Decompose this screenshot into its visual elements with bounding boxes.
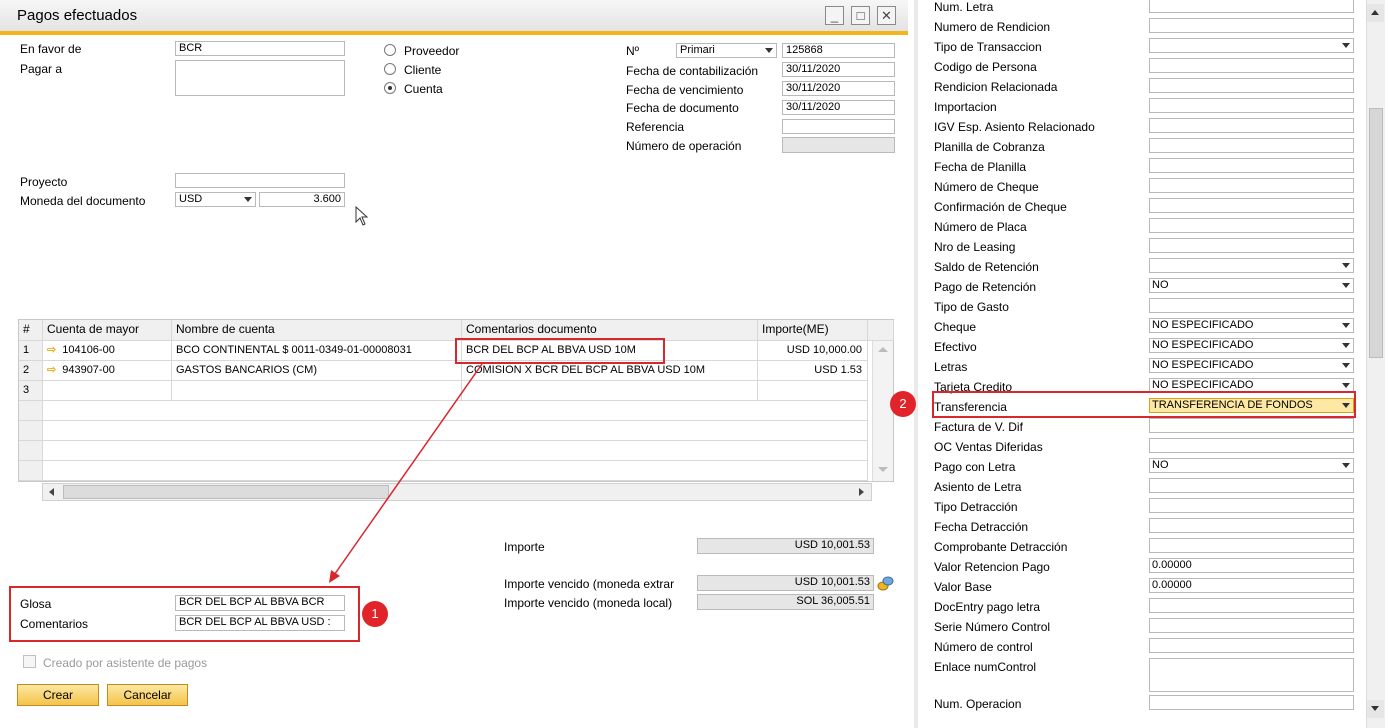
udf-field[interactable]	[1149, 58, 1354, 73]
udf-label: Pago de Retención	[934, 280, 1037, 294]
udf-value: NO	[1152, 279, 1169, 291]
chevron-down-icon	[1342, 463, 1350, 468]
highlight-box-transferencia	[932, 391, 1356, 418]
chevron-down-icon	[1342, 43, 1350, 48]
scroll-down-button[interactable]	[1367, 700, 1384, 718]
udf-field[interactable]	[1149, 98, 1354, 113]
udf-label: Serie Número Control	[934, 620, 1051, 634]
udf-label: Enlace numControl	[934, 660, 1037, 674]
chevron-down-icon	[1342, 383, 1350, 388]
udf-value: 0.00000	[1152, 579, 1192, 591]
udf-label: Importacion	[934, 100, 997, 114]
udf-field[interactable]	[1149, 518, 1354, 533]
udf-label: Fecha Detracción	[934, 520, 1029, 534]
udf-label: Tipo de Gasto	[934, 300, 1009, 314]
udf-field[interactable]	[1149, 638, 1354, 653]
udf-field[interactable]	[1149, 78, 1354, 93]
udf-label: Nro de Leasing	[934, 240, 1016, 254]
udf-field[interactable]	[1149, 238, 1354, 253]
chevron-down-icon	[1342, 343, 1350, 348]
udf-label: Numero de Rendicion	[934, 20, 1051, 34]
udf-label: Comprobante Detracción	[934, 540, 1068, 554]
udf-field[interactable]	[1149, 478, 1354, 493]
payment-window: Pagos efectuados _ □ ✕ En favor de BCR P…	[0, 0, 908, 728]
scroll-down-icon	[1371, 706, 1379, 711]
user-defined-fields-panel: Num. Letra Numero de Rendicion Tipo de Tra…	[914, 0, 1388, 728]
chevron-down-icon	[1342, 363, 1350, 368]
chevron-down-icon	[1342, 283, 1350, 288]
chevron-down-icon	[1342, 323, 1350, 328]
udf-field[interactable]	[1149, 158, 1354, 173]
udf-field[interactable]	[1149, 695, 1354, 710]
udf-value: NO ESPECIFICADO	[1152, 359, 1254, 371]
scroll-thumb[interactable]	[1369, 108, 1383, 358]
udf-label: Tipo Detracción	[934, 500, 1018, 514]
udf-label: Efectivo	[934, 340, 977, 354]
udf-label: Número de Cheque	[934, 180, 1039, 194]
udf-select[interactable]: NO	[1149, 278, 1354, 293]
udf-field[interactable]	[1149, 658, 1354, 692]
udf-label: Rendicion Relacionada	[934, 80, 1058, 94]
udf-label: Número de control	[934, 640, 1033, 654]
udf-field[interactable]	[1149, 538, 1354, 553]
udf-select[interactable]: NO ESPECIFICADO	[1149, 318, 1354, 333]
udf-field[interactable]	[1149, 138, 1354, 153]
udf-label: Valor Retencion Pago	[934, 560, 1050, 574]
udf-field[interactable]	[1149, 178, 1354, 193]
udf-label: Asiento de Letra	[934, 480, 1022, 494]
udf-label: Letras	[934, 360, 968, 374]
udf-select[interactable]: NO	[1149, 458, 1354, 473]
udf-value: NO ESPECIFICADO	[1152, 319, 1254, 331]
chevron-down-icon	[1342, 263, 1350, 268]
udf-label: Pago con Letra	[934, 460, 1016, 474]
udf-label: Codigo de Persona	[934, 60, 1037, 74]
udf-label: DocEntry pago letra	[934, 600, 1041, 614]
udf-label: Num. Operacion	[934, 697, 1022, 711]
udf-label: Cheque	[934, 320, 977, 334]
udf-select[interactable]: NO ESPECIFICADO	[1149, 338, 1354, 353]
udf-field[interactable]	[1149, 198, 1354, 213]
callout-number-1: 1	[362, 601, 388, 627]
udf-field[interactable]	[1149, 498, 1354, 513]
udf-field[interactable]	[1149, 298, 1354, 313]
udf-label: IGV Esp. Asiento Relacionado	[934, 120, 1095, 134]
udf-value: NO	[1152, 459, 1169, 471]
udf-label: Fecha de Planilla	[934, 160, 1027, 174]
udf-field[interactable]	[1149, 18, 1354, 33]
udf-field[interactable]: 0.00000	[1149, 558, 1354, 573]
udf-value: NO ESPECIFICADO	[1152, 379, 1254, 391]
udf-field[interactable]	[1149, 218, 1354, 233]
scroll-up-icon	[1371, 10, 1379, 15]
udf-select[interactable]: NO ESPECIFICADO	[1149, 358, 1354, 373]
udf-value: NO ESPECIFICADO	[1152, 339, 1254, 351]
udf-field[interactable]	[1149, 0, 1354, 13]
udf-label: OC Ventas Diferidas	[934, 440, 1043, 454]
udf-label: Num. Letra	[934, 0, 994, 14]
udf-field[interactable]	[1149, 598, 1354, 613]
udf-value: 0.00000	[1152, 559, 1192, 571]
udf-select[interactable]	[1149, 258, 1354, 273]
udf-label: Confirmación de Cheque	[934, 200, 1067, 214]
udf-label: Valor Base	[934, 580, 992, 594]
udf-field[interactable]: 0.00000	[1149, 578, 1354, 593]
udf-select[interactable]	[1149, 38, 1354, 53]
udf-label: Saldo de Retención	[934, 260, 1039, 274]
udf-field[interactable]	[1149, 438, 1354, 453]
udf-field[interactable]	[1149, 418, 1354, 433]
udf-label: Número de Placa	[934, 220, 1027, 234]
udf-label: Tipo de Transaccion	[934, 40, 1042, 54]
scroll-up-button[interactable]	[1367, 4, 1384, 22]
panel-vertical-scrollbar[interactable]	[1366, 0, 1385, 728]
callout-number-2: 2	[890, 391, 916, 417]
udf-field[interactable]	[1149, 618, 1354, 633]
udf-label: Factura de V. Dif	[934, 420, 1023, 434]
udf-label: Planilla de Cobranza	[934, 140, 1045, 154]
udf-field[interactable]	[1149, 118, 1354, 133]
callout-arrow	[329, 363, 483, 583]
